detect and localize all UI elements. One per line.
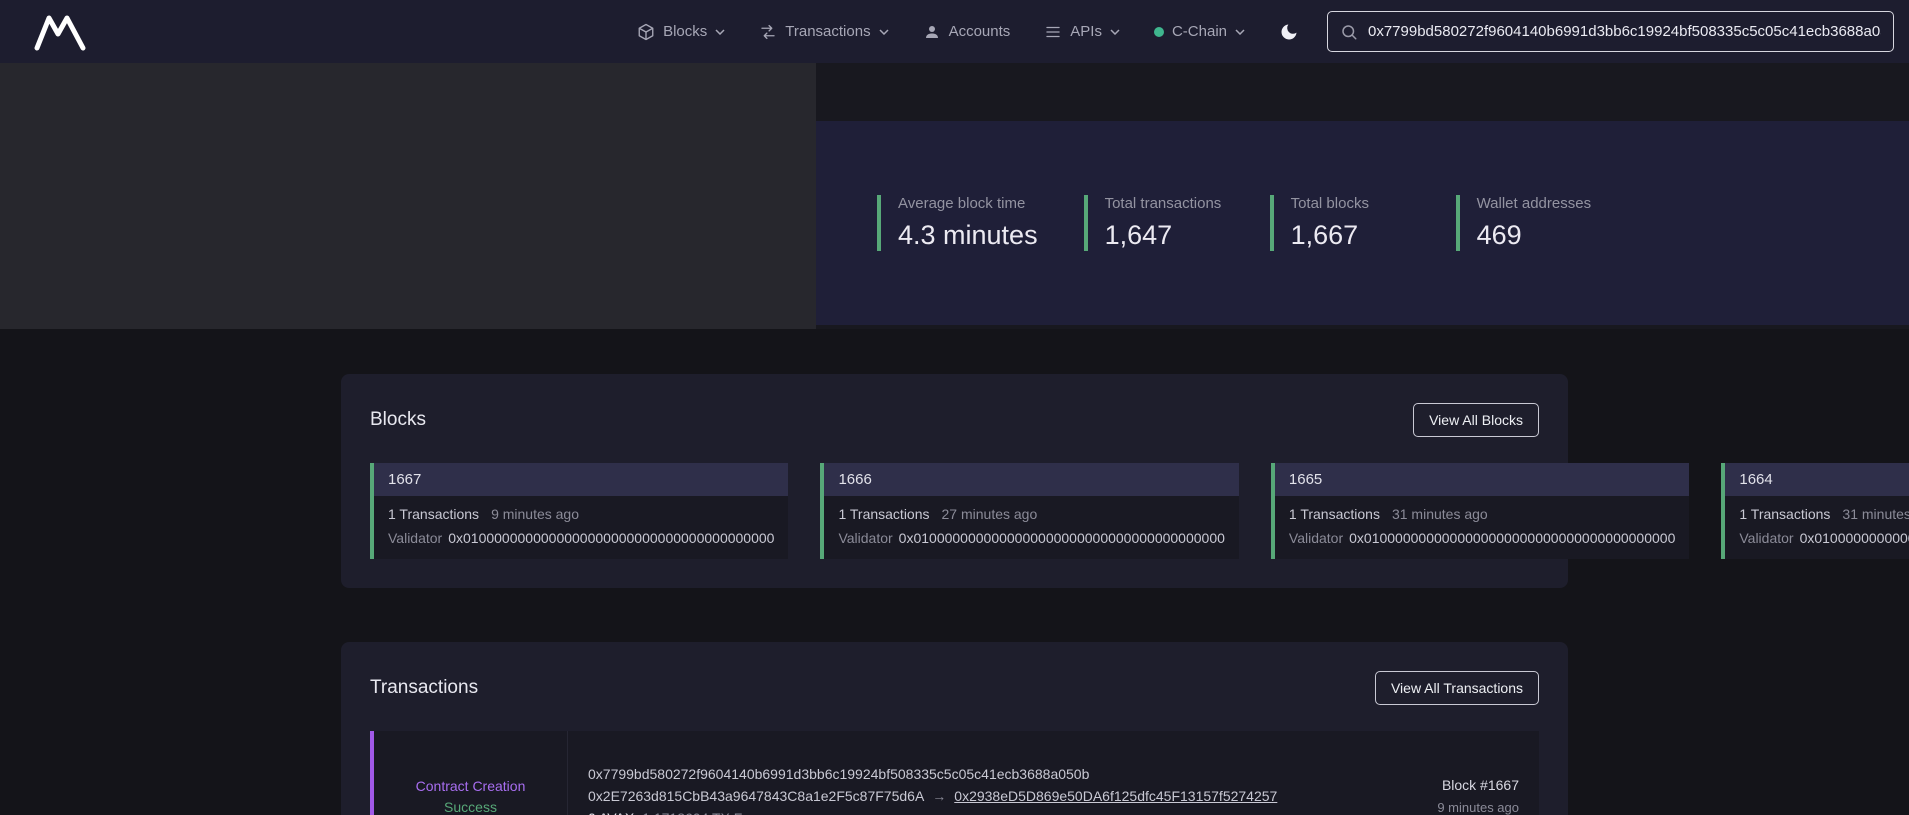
- blocks-card: Blocks View All Blocks 1667 1 Transactio…: [341, 374, 1568, 588]
- stats-panel: Average block time 4.3 minutes Total tra…: [816, 121, 1909, 325]
- view-all-blocks-button[interactable]: View All Blocks: [1413, 403, 1539, 437]
- tx-fee: 1.1718604 TX Fee: [642, 810, 758, 815]
- block-tx-count: 1 Transactions: [838, 506, 929, 522]
- nav-menu: Blocks Transactions Accounts: [637, 23, 1245, 41]
- tx-status-badge: Success: [444, 799, 497, 815]
- stat-total-blocks: Total blocks 1,667: [1270, 195, 1410, 251]
- search-icon: [1340, 23, 1358, 41]
- block-age: 27 minutes ago: [942, 506, 1038, 522]
- stat-value: 469: [1477, 220, 1596, 251]
- avalanche-logo[interactable]: [34, 13, 86, 51]
- validator-label: Validator: [1289, 530, 1343, 546]
- tx-hash-link[interactable]: 0x7799bd580272f9604140b6991d3bb6c19924bf…: [588, 763, 1417, 785]
- tx-to-address-link[interactable]: 0x2938eD5D869e50DA6f125dfc45F13157f52742…: [954, 788, 1277, 804]
- block-number[interactable]: 1665: [1275, 463, 1689, 496]
- cube-icon: [637, 23, 655, 41]
- stat-value: 1,647: [1105, 220, 1224, 251]
- transaction-row: Contract Creation Success 0x7799bd580272…: [370, 731, 1539, 815]
- validator-address: 0x01000000000000000000000000000000000000…: [899, 530, 1225, 546]
- validator-label: Validator: [388, 530, 442, 546]
- block-tx-count: 1 Transactions: [1289, 506, 1380, 522]
- stat-total-transactions: Total transactions 1,647: [1084, 195, 1224, 251]
- chain-dot-icon: [1154, 27, 1164, 37]
- hero-banner: [0, 63, 816, 329]
- block-number[interactable]: 1664: [1725, 463, 1909, 496]
- chain-selector-label: C-Chain: [1172, 23, 1227, 40]
- validator-address: 0x01000000000000000000000000000000000000…: [1800, 530, 1909, 546]
- theme-toggle-button[interactable]: [1279, 22, 1299, 42]
- nav-item-blocks[interactable]: Blocks: [637, 23, 725, 41]
- tx-block-info: Block #1667 9 minutes ago: [1437, 777, 1539, 815]
- block-card[interactable]: 1667 1 Transactions 9 minutes ago Valida…: [370, 463, 788, 559]
- nav-item-label: Accounts: [949, 23, 1011, 40]
- transactions-icon: [759, 23, 777, 41]
- block-age: 31 minutes ago: [1842, 506, 1909, 522]
- blocks-card-header: Blocks View All Blocks: [370, 403, 1539, 437]
- block-age: 9 minutes ago: [491, 506, 579, 522]
- blocks-section-title: Blocks: [370, 409, 426, 431]
- stat-label: Wallet addresses: [1477, 195, 1596, 212]
- hero-section: Average block time 4.3 minutes Total tra…: [0, 63, 1909, 329]
- nav-item-label: Transactions: [785, 23, 870, 40]
- validator-label: Validator: [1739, 530, 1793, 546]
- list-icon: [1044, 23, 1062, 41]
- stat-wallet-addresses: Wallet addresses 469: [1456, 195, 1596, 251]
- stat-label: Total transactions: [1105, 195, 1224, 212]
- validator-address: 0x01000000000000000000000000000000000000…: [1349, 530, 1675, 546]
- nav-item-accounts[interactable]: Accounts: [923, 23, 1011, 41]
- block-card-body: 1 Transactions 9 minutes ago Validator 0…: [374, 496, 788, 559]
- navbar: Blocks Transactions Accounts: [0, 0, 1909, 63]
- stat-average-block-time: Average block time 4.3 minutes: [877, 195, 1038, 251]
- block-number[interactable]: 1667: [374, 463, 788, 496]
- stat-value: 1,667: [1291, 220, 1410, 251]
- nav-item-label: APIs: [1070, 23, 1102, 40]
- main-content: Blocks View All Blocks 1667 1 Transactio…: [341, 374, 1568, 815]
- stat-label: Total blocks: [1291, 195, 1410, 212]
- block-card[interactable]: 1666 1 Transactions 27 minutes ago Valid…: [820, 463, 1238, 559]
- block-number[interactable]: 1666: [824, 463, 1238, 496]
- block-tx-count: 1 Transactions: [1739, 506, 1830, 522]
- tx-age: 9 minutes ago: [1437, 800, 1519, 815]
- tx-amount: 0 AVAX: [588, 810, 634, 815]
- stat-value: 4.3 minutes: [898, 220, 1038, 251]
- block-grid: 1667 1 Transactions 9 minutes ago Valida…: [370, 463, 1539, 559]
- chain-selector[interactable]: C-Chain: [1154, 23, 1245, 40]
- moon-icon: [1279, 22, 1299, 42]
- nav-item-transactions[interactable]: Transactions: [759, 23, 888, 41]
- transactions-card-header: Transactions View All Transactions: [370, 671, 1539, 705]
- person-icon: [923, 23, 941, 41]
- nav-item-apis[interactable]: APIs: [1044, 23, 1120, 41]
- tx-type-label: Contract Creation: [416, 778, 526, 794]
- block-card[interactable]: 1665 1 Transactions 31 minutes ago Valid…: [1271, 463, 1689, 559]
- block-tx-count: 1 Transactions: [388, 506, 479, 522]
- view-all-transactions-button[interactable]: View All Transactions: [1375, 671, 1539, 705]
- arrow-right-icon: →: [932, 788, 946, 804]
- tx-details: 0x7799bd580272f9604140b6991d3bb6c19924bf…: [568, 763, 1437, 815]
- nav-item-label: Blocks: [663, 23, 707, 40]
- block-card-body: 1 Transactions 31 minutes ago Validator …: [1725, 496, 1909, 559]
- tx-status-zone: Contract Creation Success: [374, 731, 568, 815]
- block-card-body: 1 Transactions 31 minutes ago Validator …: [1275, 496, 1689, 559]
- block-age: 31 minutes ago: [1392, 506, 1488, 522]
- stat-label: Average block time: [898, 195, 1038, 212]
- validator-label: Validator: [838, 530, 892, 546]
- chevron-down-icon: [1235, 29, 1245, 35]
- tx-block-link[interactable]: Block #1667: [1437, 777, 1519, 793]
- transactions-section-title: Transactions: [370, 677, 478, 699]
- chevron-down-icon: [879, 29, 889, 35]
- transactions-card: Transactions View All Transactions Contr…: [341, 642, 1568, 815]
- tx-from-address: 0x2E7263d815CbB43a9647843C8a1e2F5c87F75d…: [588, 788, 924, 804]
- search-box: [1327, 11, 1894, 52]
- block-card[interactable]: 1664 1 Transactions 31 minutes ago Valid…: [1721, 463, 1909, 559]
- chevron-down-icon: [1110, 29, 1120, 35]
- search-input[interactable]: [1368, 23, 1881, 40]
- chevron-down-icon: [715, 29, 725, 35]
- validator-address: 0x01000000000000000000000000000000000000…: [448, 530, 774, 546]
- block-card-body: 1 Transactions 27 minutes ago Validator …: [824, 496, 1238, 559]
